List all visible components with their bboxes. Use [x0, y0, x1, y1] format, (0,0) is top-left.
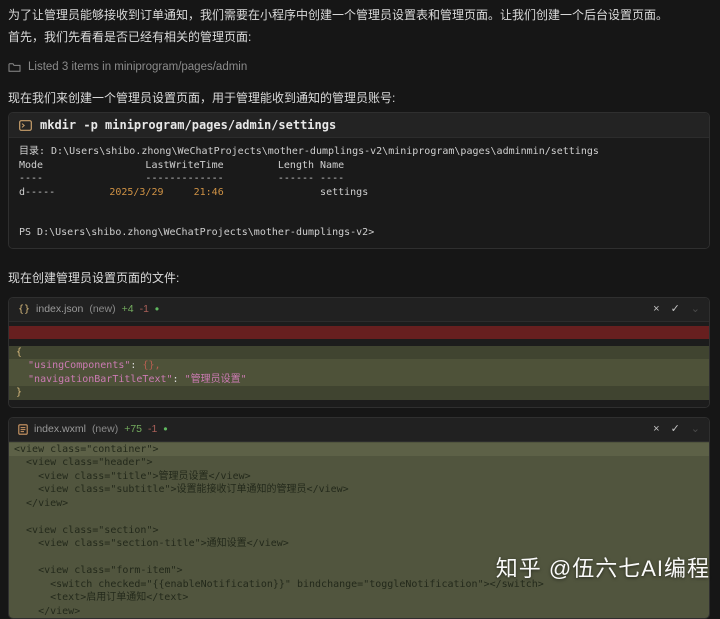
close-icon[interactable]: ×	[653, 304, 659, 315]
code-line: <view class="section-title">通知设置</view>	[9, 537, 709, 551]
terminal-block: mkdir -p miniprogram/pages/admin/setting…	[8, 112, 710, 249]
file-new-badge: (new)	[92, 423, 118, 435]
file-name-label[interactable]: index.wxml	[34, 423, 86, 435]
added-count: +4	[122, 303, 134, 315]
assistant-message-4: 现在创建管理员设置页面的文件:	[8, 269, 710, 288]
removed-count: -1	[148, 423, 157, 435]
assistant-message-3: 现在我们来创建一个管理员设置页面，用于管理能收到通知的管理员账号:	[8, 89, 710, 108]
tool-result-text: Listed 3 items in miniprogram/pages/admi…	[28, 61, 247, 73]
json-file-icon: {}	[18, 304, 30, 315]
file-date: 2025/3/29	[109, 187, 163, 198]
terminal-prompt: PS D:\Users\shibo.zhong\WeChatProjects\m…	[19, 226, 699, 240]
file-diff-json: {} index.json (new) +4 -1 • × ✓ ⌄ { "usi…	[8, 297, 710, 408]
file-diff-json-header: {} index.json (new) +4 -1 • × ✓ ⌄	[9, 298, 709, 322]
collapse-chevron-icon[interactable]: ⌄	[691, 424, 700, 435]
file-diff-wxml-header: index.wxml (new) +75 -1 • × ✓ ⌄	[9, 418, 709, 442]
deleted-line	[9, 326, 709, 339]
unsaved-dot-icon: •	[155, 305, 159, 313]
collapse-chevron-icon[interactable]: ⌄	[691, 304, 700, 315]
terminal-command-text: mkdir -p miniprogram/pages/admin/setting…	[40, 118, 336, 132]
terminal-output-line: 目录: D:\Users\shibo.zhong\WeChatProjects\…	[19, 145, 699, 159]
close-icon[interactable]: ×	[653, 424, 659, 435]
file-name-label[interactable]: index.json	[36, 303, 83, 315]
file-time: 21:46	[194, 187, 224, 198]
terminal-output-blank	[19, 213, 699, 227]
code-line: <view class="header">	[9, 456, 709, 470]
added-count: +75	[124, 423, 142, 435]
file-name: settings	[320, 187, 368, 198]
accept-check-icon[interactable]: ✓	[671, 304, 680, 315]
code-line	[9, 510, 709, 524]
unsaved-dot-icon: •	[163, 425, 167, 433]
wxml-diff-body: <view class="container"> <view class="he…	[9, 442, 709, 619]
code-line: <text>启用订单通知</text>	[9, 591, 709, 605]
wxml-file-icon	[18, 424, 28, 435]
removed-count: -1	[140, 303, 149, 315]
code-line: <view class="container">	[9, 443, 709, 457]
terminal-output-line: d----- 2025/3/29 21:46 settings	[19, 186, 699, 200]
code-line: </view>	[9, 497, 709, 511]
tool-result-listed[interactable]: Listed 3 items in miniprogram/pages/admi…	[8, 61, 710, 73]
code-line: {	[9, 346, 709, 360]
code-line: "navigationBarTitleText": "管理员设置"	[9, 373, 709, 387]
code-line: </view>	[9, 605, 709, 619]
code-line: <view class="subtitle">设置能接收订单通知的管理员</vi…	[9, 483, 709, 497]
code-line: <view class="title">管理员设置</view>	[9, 470, 709, 484]
file-diff-wxml: index.wxml (new) +75 -1 • × ✓ ⌄ <view cl…	[8, 417, 710, 619]
terminal-output: 目录: D:\Users\shibo.zhong\WeChatProjects\…	[9, 138, 709, 248]
terminal-output-line: Mode LastWriteTime Length Name	[19, 159, 699, 173]
file-new-badge: (new)	[89, 303, 115, 315]
terminal-icon	[19, 120, 32, 131]
terminal-command-row: mkdir -p miniprogram/pages/admin/setting…	[9, 113, 709, 138]
terminal-output-blank	[19, 199, 699, 213]
folder-icon	[8, 62, 21, 73]
terminal-output-line: ---- ------------- ------ ----	[19, 172, 699, 186]
code-line: <view class="section">	[9, 524, 709, 538]
code-line: "usingComponents": {},	[9, 359, 709, 373]
json-diff-body: { "usingComponents": {}, "navigationBarT…	[9, 322, 709, 407]
zhihu-watermark: 知乎 @伍六七AI编程	[496, 551, 710, 583]
code-line: }	[9, 386, 709, 400]
assistant-message-2: 首先，我们先看看是否已经有相关的管理页面:	[8, 28, 710, 47]
accept-check-icon[interactable]: ✓	[671, 424, 680, 435]
chat-panel: 为了让管理员能够接收到订单通知，我们需要在小程序中创建一个管理员设置表和管理页面…	[0, 0, 720, 619]
assistant-message-1: 为了让管理员能够接收到订单通知，我们需要在小程序中创建一个管理员设置表和管理页面…	[8, 6, 710, 25]
